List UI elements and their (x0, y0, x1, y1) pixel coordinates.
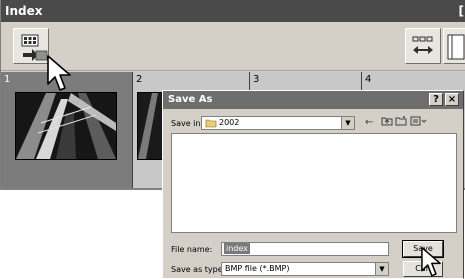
thumbnail-number: 1 (4, 74, 11, 85)
chevron-down-icon[interactable]: ▼ (375, 263, 388, 275)
cursor-arrow-icon (47, 55, 71, 91)
index-export-icon (21, 34, 48, 61)
help-button[interactable]: ? (429, 93, 443, 106)
view-mode-button[interactable] (405, 28, 441, 64)
save-as-type-dropdown[interactable]: BMP file (*.BMP) ▼ (221, 262, 389, 276)
back-icon[interactable]: ← (365, 117, 373, 128)
view-toggle-icon (412, 36, 433, 54)
thumbnail-number: 3 (253, 74, 260, 85)
save-in-label: Save in: (171, 119, 204, 128)
save-as-type-label: Save as type: (171, 265, 226, 274)
view-menu-icon[interactable] (410, 115, 428, 130)
new-folder-icon[interactable] (395, 115, 407, 130)
dialog-title: Save As (168, 94, 213, 105)
cursor-arrow-icon (421, 246, 441, 277)
panel-icon (447, 34, 465, 60)
file-list[interactable] (171, 133, 457, 233)
up-folder-icon[interactable] (381, 115, 393, 130)
index-title: Index (5, 4, 43, 18)
panel-button[interactable] (443, 28, 465, 64)
title-bar-partial-control[interactable]: [ (459, 0, 464, 22)
save-in-dropdown[interactable]: 2002 ▼ (201, 116, 355, 130)
save-as-dialog: Save As ? × Save in: 2002 ▼ ← File name:… (162, 90, 464, 279)
thumbnail-number: 2 (136, 74, 143, 85)
thumbnail-number: 4 (365, 74, 372, 85)
thumbnail-image (15, 92, 117, 160)
dialog-title-bar: Save As ? × (163, 91, 463, 109)
file-name-field[interactable]: index (221, 242, 389, 256)
save-index-button[interactable] (13, 28, 49, 64)
chevron-down-icon[interactable]: ▼ (341, 117, 354, 129)
close-button[interactable]: × (445, 93, 459, 106)
folder-icon (205, 119, 217, 128)
index-title-bar: Index [ (1, 0, 465, 22)
file-name-value: index (224, 243, 250, 254)
save-as-type-value: BMP file (*.BMP) (225, 264, 290, 273)
file-name-label: File name: (171, 245, 213, 254)
